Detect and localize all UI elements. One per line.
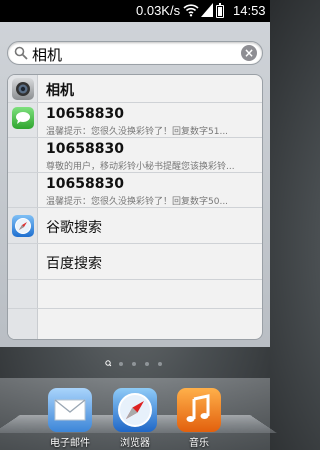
result-title: 相机	[46, 83, 74, 99]
search-input[interactable]: 相机 ×	[7, 41, 263, 65]
messages-icon	[12, 107, 34, 129]
search-query: 相机	[32, 46, 63, 64]
clear-icon[interactable]: ×	[241, 45, 257, 61]
signal-icon	[201, 3, 213, 17]
result-row-baidu-search[interactable]: 百度搜索	[8, 244, 262, 280]
dock-app-browser[interactable]: 浏览器	[110, 388, 160, 450]
page-dot	[132, 362, 136, 366]
clock: 14:53	[233, 3, 266, 18]
result-row-message[interactable]: 10658830 温馨提示：您很久没换彩铃了！回复数字50...	[8, 173, 262, 208]
spotlight-search-panel: 相机 × 相机 10658830 温馨提示：您很久没换彩铃了！回复数字51...…	[0, 22, 270, 347]
result-title: 10658830	[46, 176, 124, 192]
dock-label: 浏览器	[120, 438, 150, 449]
result-snippet: 温馨提示：您很久没换彩铃了！回复数字50...	[46, 197, 229, 207]
dock-app-mail[interactable]: 电子邮件	[45, 388, 95, 450]
battery-icon	[216, 3, 224, 18]
result-row-empty	[8, 280, 262, 309]
safari-compass-icon	[12, 215, 34, 237]
result-snippet: 温馨提示：您很久没换彩铃了！回复数字51...	[46, 127, 229, 137]
page-indicator[interactable]	[105, 360, 165, 368]
result-title: 谷歌搜索	[46, 220, 102, 236]
dock: 电子邮件 浏览器 音乐	[0, 378, 277, 450]
wifi-icon	[183, 4, 199, 17]
camera-icon	[12, 78, 34, 100]
result-title: 10658830	[46, 141, 124, 157]
mail-icon	[48, 388, 92, 432]
dock-app-music[interactable]: 音乐	[174, 388, 224, 450]
result-row-camera[interactable]: 相机	[8, 75, 262, 103]
result-row-message[interactable]: 10658830 温馨提示：您很久没换彩铃了！回复数字51...	[8, 103, 262, 138]
result-title: 百度搜索	[46, 256, 102, 272]
browser-compass-icon	[113, 388, 157, 432]
search-page-icon	[105, 360, 112, 367]
search-results: 相机 10658830 温馨提示：您很久没换彩铃了！回复数字51... 1065…	[7, 74, 263, 340]
page-dot	[158, 362, 162, 366]
search-icon	[14, 46, 28, 60]
result-row-google-search[interactable]: 谷歌搜索	[8, 208, 262, 244]
result-snippet: 尊敬的用户，移动彩铃小秘书提醒您该换彩铃...	[46, 162, 235, 172]
result-title: 10658830	[46, 106, 124, 122]
dock-label: 电子邮件	[50, 438, 90, 449]
music-icon	[177, 388, 221, 432]
page-dot	[119, 362, 123, 366]
dock-label: 音乐	[189, 438, 209, 449]
page-dot	[145, 362, 149, 366]
network-speed: 0.03K/s	[136, 3, 181, 18]
status-bar: 0.03K/s 14:53	[0, 0, 270, 22]
result-row-message[interactable]: 10658830 尊敬的用户，移动彩铃小秘书提醒您该换彩铃...	[8, 138, 262, 173]
